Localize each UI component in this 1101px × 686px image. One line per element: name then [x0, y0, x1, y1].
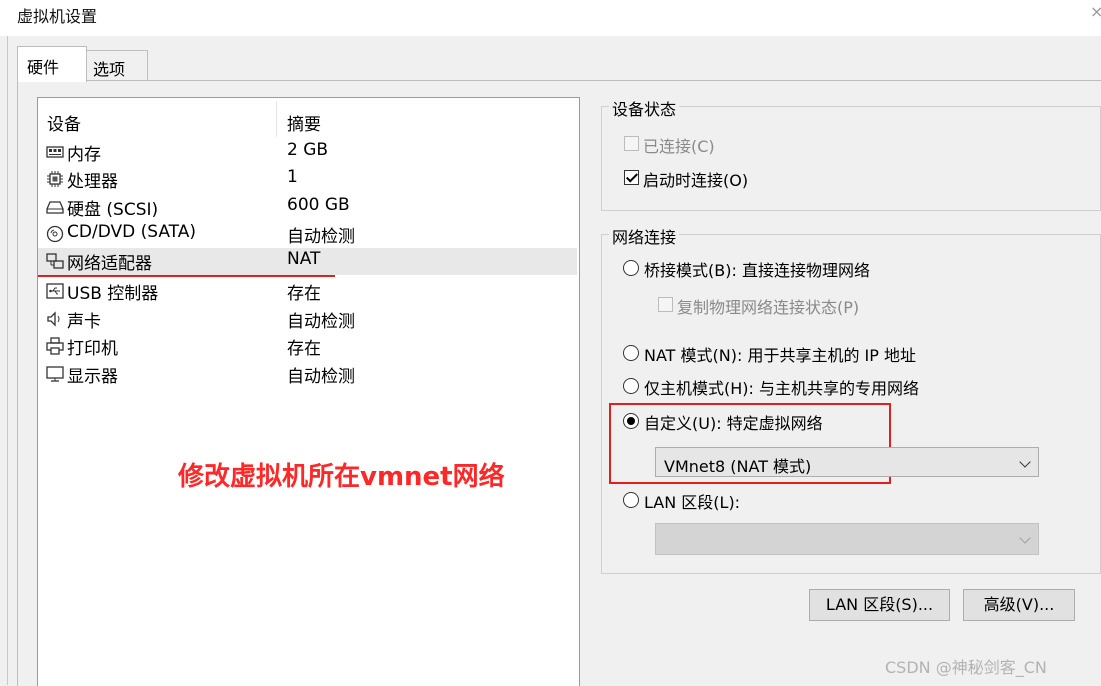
device-name: 硬盘 (SCSI): [67, 200, 159, 220]
nat-label: NAT 模式(N): 用于共享主机的 IP 地址: [644, 346, 917, 365]
tab-options[interactable]: 选项: [85, 50, 148, 80]
device-summary: 2 GB: [287, 140, 329, 160]
device-row-hard-disk[interactable]: 硬盘 (SCSI) 600 GB: [38, 194, 577, 221]
lan-segment-label: LAN 区段(L):: [644, 493, 741, 512]
replicate-state-checkbox[interactable]: [658, 297, 673, 312]
annotation-underline: [38, 275, 335, 277]
device-name: 显示器: [67, 367, 118, 387]
watermark: CSDN @神秘剑客_CN: [885, 658, 1047, 677]
device-name: 内存: [67, 145, 101, 165]
chevron-down-icon: [1019, 532, 1031, 544]
connected-label: 已连接(C): [643, 137, 715, 156]
connect-at-power-on-label: 启动时连接(O): [643, 171, 749, 190]
host-only-label: 仅主机模式(H): 与主机共享的专用网络: [644, 379, 919, 398]
connect-at-power-on-checkbox[interactable]: [624, 170, 639, 185]
device-row-sound[interactable]: 声卡 自动检测: [38, 306, 577, 333]
device-summary: 600 GB: [287, 195, 350, 215]
device-summary: 存在: [287, 284, 321, 304]
device-name: 处理器: [67, 172, 118, 192]
device-row-usb[interactable]: USB 控制器 存在: [38, 278, 577, 305]
window-title: 虚拟机设置: [17, 7, 98, 26]
annotation-text: 修改虚拟机所在vmnet网络: [178, 462, 505, 492]
memory-icon: [46, 146, 64, 158]
host-only-radio[interactable]: [623, 378, 639, 394]
device-name: USB 控制器: [67, 284, 159, 304]
speaker-icon: [47, 311, 60, 327]
device-status-group: [601, 106, 1101, 211]
window-left-edge: [0, 36, 8, 685]
title-bar: 虚拟机设置 ×: [0, 0, 1101, 36]
device-row-network-adapter[interactable]: 网络适配器 NAT: [38, 248, 577, 275]
device-summary: NAT: [287, 249, 321, 269]
device-status-title: 设备状态: [609, 96, 680, 120]
bridged-radio[interactable]: [623, 260, 639, 276]
cd-dvd-icon: [46, 225, 64, 243]
device-row-printer[interactable]: 打印机 存在: [38, 333, 577, 360]
advanced-button[interactable]: 高级(V)...: [963, 589, 1075, 621]
tab-hardware-label: 硬件: [27, 58, 60, 77]
device-name: 声卡: [67, 312, 101, 332]
device-summary: 存在: [287, 339, 321, 359]
processor-icon: [47, 171, 63, 187]
column-header-summary[interactable]: 摘要: [287, 110, 321, 135]
device-row-processor[interactable]: 处理器 1: [38, 166, 577, 193]
nat-radio[interactable]: [623, 345, 639, 361]
device-row-display[interactable]: 显示器 自动检测: [38, 361, 577, 388]
device-name: 网络适配器: [67, 254, 152, 274]
device-summary: 自动检测: [287, 367, 355, 387]
lan-segment-radio[interactable]: [623, 492, 639, 508]
connected-checkbox[interactable]: [624, 136, 639, 151]
column-separator[interactable]: [276, 101, 277, 137]
lan-segments-button[interactable]: LAN 区段(S)...: [809, 589, 950, 621]
device-name: CD/DVD (SATA): [67, 222, 196, 242]
hard-disk-icon: [46, 201, 64, 214]
device-summary: 1: [287, 167, 298, 187]
network-adapter-icon: [46, 253, 64, 269]
usb-icon: [46, 283, 64, 299]
device-summary: 自动检测: [287, 227, 355, 247]
device-name: 打印机: [67, 339, 118, 359]
network-connection-title: 网络连接: [609, 224, 680, 248]
tab-options-label: 选项: [93, 60, 126, 79]
printer-icon: [46, 337, 64, 355]
vmnet-select[interactable]: VMnet8 (NAT 模式): [655, 447, 1039, 477]
device-summary: 自动检测: [287, 312, 355, 332]
column-header-device[interactable]: 设备: [47, 110, 81, 135]
tab-hardware[interactable]: 硬件: [17, 46, 87, 82]
custom-radio[interactable]: [623, 413, 639, 429]
close-icon[interactable]: ×: [1090, 2, 1101, 21]
chevron-down-icon: [1019, 456, 1031, 468]
vmnet-select-value: VMnet8 (NAT 模式): [664, 457, 812, 476]
monitor-icon: [46, 366, 64, 382]
device-row-cd-dvd[interactable]: CD/DVD (SATA) 自动检测: [38, 221, 577, 248]
bridged-label: 桥接模式(B): 直接连接物理网络: [644, 261, 870, 280]
lan-segment-select[interactable]: [655, 523, 1039, 555]
device-row-memory[interactable]: 内存 2 GB: [38, 139, 577, 166]
custom-label: 自定义(U): 特定虚拟网络: [644, 414, 823, 433]
replicate-state-label: 复制物理网络连接状态(P): [677, 298, 860, 317]
